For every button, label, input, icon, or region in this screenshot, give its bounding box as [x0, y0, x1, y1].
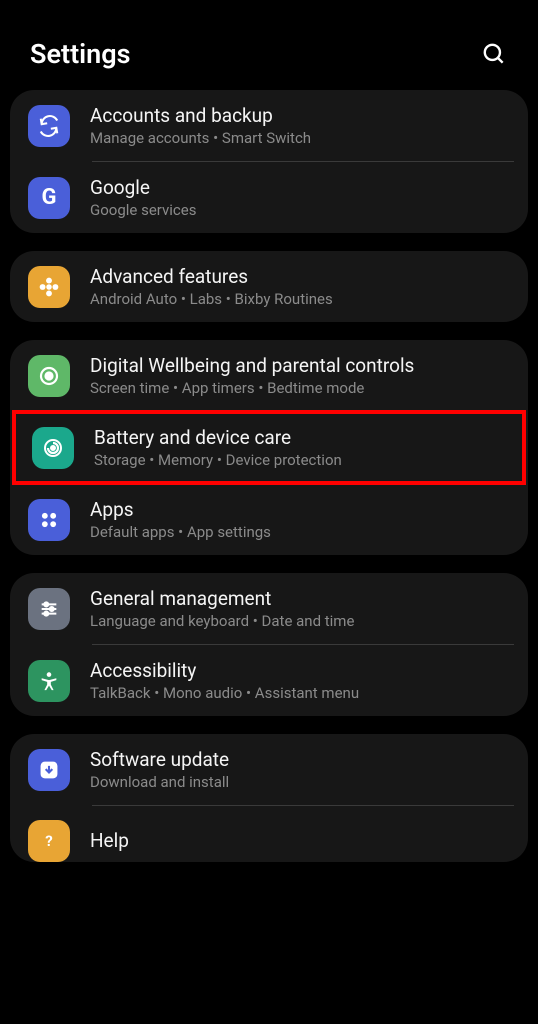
item-title: General management [90, 587, 510, 610]
item-subtitle: Screen time • App timers • Bedtime mode [90, 379, 510, 397]
settings-group: Software update Download and install ? H… [10, 734, 528, 862]
settings-item-battery[interactable]: Battery and device care Storage • Memory… [14, 412, 524, 483]
accessibility-icon [28, 660, 70, 702]
item-subtitle: Android Auto • Labs • Bixby Routines [90, 290, 510, 308]
settings-item-accessibility[interactable]: Accessibility TalkBack • Mono audio • As… [10, 645, 528, 716]
item-title: Advanced features [90, 265, 510, 288]
search-icon [481, 41, 507, 67]
item-title: Accounts and backup [90, 104, 510, 127]
google-icon: G [28, 177, 70, 219]
settings-item-help[interactable]: ? Help [10, 806, 528, 862]
item-title: Software update [90, 748, 510, 771]
settings-group: Digital Wellbeing and parental controls … [10, 340, 528, 555]
settings-group: Accounts and backup Manage accounts • Sm… [10, 90, 528, 233]
settings-item-advanced[interactable]: Advanced features Android Auto • Labs • … [10, 251, 528, 322]
item-text: Accounts and backup Manage accounts • Sm… [90, 104, 510, 147]
page-title: Settings [30, 38, 131, 70]
item-text: Advanced features Android Auto • Labs • … [90, 265, 510, 308]
sliders-icon [28, 588, 70, 630]
item-subtitle: Language and keyboard • Date and time [90, 612, 510, 630]
item-title: Google [90, 176, 510, 199]
item-subtitle: Google services [90, 201, 510, 219]
item-title: Apps [90, 498, 510, 521]
item-text: Apps Default apps • App settings [90, 498, 510, 541]
item-text: Accessibility TalkBack • Mono audio • As… [90, 659, 510, 702]
settings-item-software[interactable]: Software update Download and install [10, 734, 528, 805]
settings-item-google[interactable]: G Google Google services [10, 162, 528, 233]
settings-item-wellbeing[interactable]: Digital Wellbeing and parental controls … [10, 340, 528, 411]
item-subtitle: Default apps • App settings [90, 523, 510, 541]
item-title: Battery and device care [94, 426, 506, 449]
settings-group: General management Language and keyboard… [10, 573, 528, 716]
header: Settings [0, 0, 538, 94]
item-title: Digital Wellbeing and parental controls [90, 354, 510, 377]
sync-icon [28, 105, 70, 147]
item-text: Software update Download and install [90, 748, 510, 791]
item-subtitle: TalkBack • Mono audio • Assistant menu [90, 684, 510, 702]
settings-item-accounts[interactable]: Accounts and backup Manage accounts • Sm… [10, 90, 528, 161]
svg-text:?: ? [45, 832, 52, 850]
settings-group: Advanced features Android Auto • Labs • … [10, 251, 528, 322]
settings-item-general[interactable]: General management Language and keyboard… [10, 573, 528, 644]
item-text: Digital Wellbeing and parental controls … [90, 354, 510, 397]
item-text: Google Google services [90, 176, 510, 219]
flower-icon [28, 266, 70, 308]
item-subtitle: Storage • Memory • Device protection [94, 451, 506, 469]
update-icon [28, 749, 70, 791]
search-button[interactable] [480, 40, 508, 68]
item-subtitle: Download and install [90, 773, 510, 791]
device-care-icon [32, 427, 74, 469]
settings-item-apps[interactable]: Apps Default apps • App settings [10, 484, 528, 555]
item-text: Battery and device care Storage • Memory… [94, 426, 506, 469]
apps-icon [28, 499, 70, 541]
wellbeing-icon [28, 355, 70, 397]
item-title: Accessibility [90, 659, 510, 682]
item-text: General management Language and keyboard… [90, 587, 510, 630]
item-title: Help [90, 829, 510, 852]
item-text: Help [90, 829, 510, 854]
item-subtitle: Manage accounts • Smart Switch [90, 129, 510, 147]
help-icon: ? [28, 820, 70, 862]
